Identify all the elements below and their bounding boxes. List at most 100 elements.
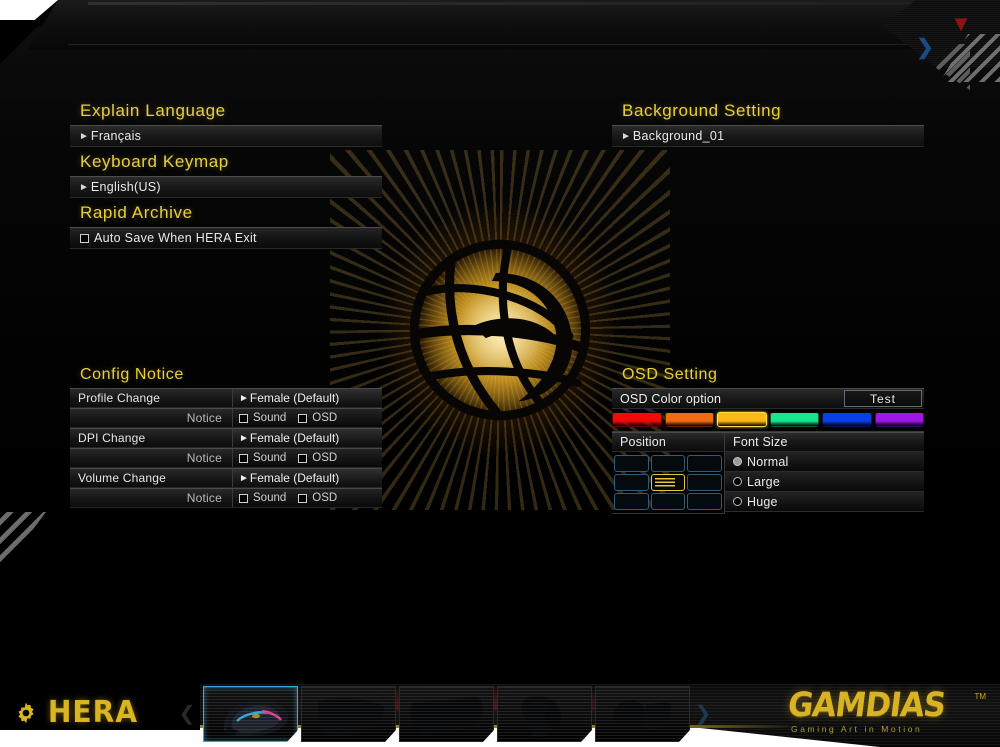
auto-save-label: Auto Save When HERA Exit	[94, 231, 257, 245]
chevron-right-icon: ►	[70, 131, 90, 142]
profile-sound-checkbox[interactable]: Sound	[239, 412, 286, 424]
position-cell-top-left[interactable]	[614, 455, 649, 472]
device-tab-keyboard[interactable]	[399, 686, 494, 742]
volume-change-value: Female (Default)	[250, 471, 339, 485]
position-cell-bottom-right[interactable]	[687, 493, 722, 510]
position-cell-middle-right[interactable]	[687, 474, 722, 491]
checkbox-icon	[298, 494, 307, 503]
config-notice-panel: Config Notice Profile Change ► Female (D…	[70, 365, 382, 508]
profile-notice-label: Notice	[70, 411, 232, 425]
gear-icon	[14, 701, 38, 725]
hera-app-name: HERA	[48, 698, 138, 728]
chevron-down-icon[interactable]: ▼	[948, 14, 974, 34]
profile-osd-checkbox[interactable]: OSD	[298, 412, 337, 424]
volume-osd-checkbox[interactable]: OSD	[298, 492, 337, 504]
device-tab-mousepad[interactable]	[301, 686, 396, 742]
volume-change-value-cell[interactable]: ► Female (Default)	[232, 469, 382, 487]
color-swatch-purple[interactable]	[875, 412, 925, 427]
tab-scanline-overlay	[302, 687, 395, 741]
osd-color-swatches	[612, 409, 924, 432]
font-size-large-label: Large	[747, 475, 780, 489]
keyboard-keymap-title: Keyboard Keymap	[70, 147, 382, 176]
color-swatch-blue[interactable]	[822, 412, 872, 427]
sound-label: Sound	[253, 492, 286, 504]
profile-notice-options: Sound OSD	[232, 409, 382, 427]
position-cell-bottom-center[interactable]	[651, 493, 686, 510]
osd-subheaders: Position Font Size	[612, 432, 924, 452]
background-select[interactable]: ► Background_01	[612, 125, 924, 147]
title-bar[interactable]	[28, 0, 988, 50]
device-tab-mouse[interactable]	[203, 686, 298, 742]
color-swatch-orange[interactable]	[665, 412, 715, 427]
device-tabs	[203, 686, 690, 742]
radio-icon	[733, 477, 742, 486]
dpi-notice-options: Sound OSD	[232, 449, 382, 467]
position-cell-bottom-left[interactable]	[614, 493, 649, 510]
font-size-option-large[interactable]: Large	[725, 472, 924, 492]
chevron-right-icon: ►	[612, 131, 632, 142]
osd-position-grid	[612, 452, 724, 514]
rapid-archive-title: Rapid Archive	[70, 198, 382, 227]
text-lines-icon	[655, 478, 675, 489]
osd-body: Normal Large Huge	[612, 452, 924, 514]
sound-label: Sound	[253, 412, 286, 424]
background-value: Background_01	[632, 129, 724, 143]
position-cell-top-right[interactable]	[687, 455, 722, 472]
keyboard-keymap-select[interactable]: ► English(US)	[70, 176, 382, 198]
tab-scanline-overlay	[400, 687, 493, 741]
chevron-right-icon[interactable]: ❯	[692, 700, 714, 726]
osd-setting-panel: OSD Setting OSD Color option Test Positi…	[612, 365, 924, 514]
table-row[interactable]: Volume Change ► Female (Default)	[70, 468, 382, 488]
font-size-option-normal[interactable]: Normal	[725, 452, 924, 472]
gamdias-tagline: Gaming Art in Motion	[788, 724, 988, 734]
test-button[interactable]: Test	[844, 390, 922, 407]
explain-language-select[interactable]: ► Français	[70, 125, 382, 147]
table-row[interactable]: DPI Change ► Female (Default)	[70, 428, 382, 448]
color-swatch-red[interactable]	[612, 412, 662, 427]
device-tab-combo[interactable]	[595, 686, 690, 742]
profile-change-value-cell[interactable]: ► Female (Default)	[232, 389, 382, 407]
explain-language-value: Français	[90, 129, 141, 143]
osd-label: OSD	[312, 492, 337, 504]
position-cell-top-center[interactable]	[651, 455, 686, 472]
font-size-options: Normal Large Huge	[724, 452, 924, 514]
volume-sound-checkbox[interactable]: Sound	[239, 492, 286, 504]
dpi-osd-checkbox[interactable]: OSD	[298, 452, 337, 464]
osd-label: OSD	[312, 452, 337, 464]
tab-scanline-overlay	[498, 687, 591, 741]
tab-scanline-overlay	[204, 687, 297, 741]
trademark-symbol: TM	[974, 692, 986, 701]
explain-language-title: Explain Language	[70, 100, 382, 125]
device-tab-headset[interactable]	[497, 686, 592, 742]
font-size-option-huge[interactable]: Huge	[725, 492, 924, 512]
table-row[interactable]: Notice Sound OSD	[70, 408, 382, 428]
font-size-label: Font Size	[724, 433, 924, 451]
chevron-left-icon[interactable]: ❮	[176, 700, 198, 726]
radio-icon	[733, 497, 742, 506]
radio-icon	[733, 457, 742, 466]
background-settings-column: Background Setting ► Background_01	[612, 100, 924, 147]
background-setting-title: Background Setting	[612, 100, 924, 125]
table-row[interactable]: Profile Change ► Female (Default)	[70, 388, 382, 408]
checkbox-icon[interactable]	[80, 234, 89, 243]
table-row[interactable]: Notice Sound OSD	[70, 448, 382, 468]
chevron-right-icon[interactable]: ❯	[912, 36, 938, 58]
checkbox-icon	[298, 454, 307, 463]
dpi-change-value-cell[interactable]: ► Female (Default)	[232, 429, 382, 447]
font-size-normal-label: Normal	[747, 455, 788, 469]
position-cell-middle-left[interactable]	[614, 474, 649, 491]
volume-change-label: Volume Change	[70, 471, 232, 485]
gamdias-wordmark: GAMDIAS	[786, 689, 990, 722]
font-size-huge-label: Huge	[747, 495, 778, 509]
volume-notice-label: Notice	[70, 491, 232, 505]
table-row[interactable]: Notice Sound OSD	[70, 488, 382, 508]
color-swatch-amber[interactable]	[717, 412, 767, 427]
checkbox-icon	[239, 454, 248, 463]
chevron-right-icon: ►	[70, 182, 90, 193]
color-swatch-spring-green[interactable]	[770, 412, 820, 427]
dpi-sound-checkbox[interactable]: Sound	[239, 452, 286, 464]
sound-label: Sound	[253, 452, 286, 464]
chevron-right-icon: ►	[239, 473, 249, 484]
auto-save-checkbox-row[interactable]: Auto Save When HERA Exit	[70, 227, 382, 249]
position-cell-middle-center[interactable]	[651, 474, 686, 491]
